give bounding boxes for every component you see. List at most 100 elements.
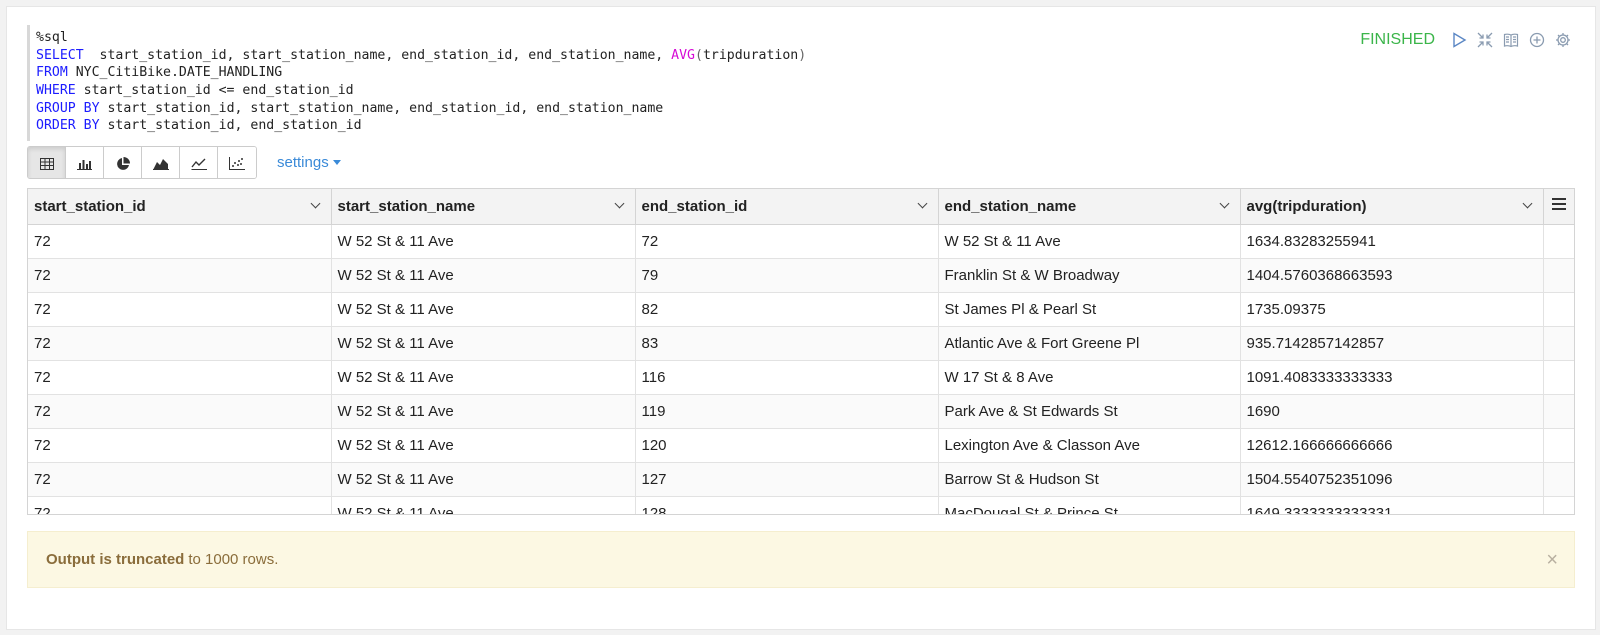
table-view-button[interactable] [28, 147, 66, 178]
code-line: FROM NYC_CitiBike.DATE_HANDLING [36, 64, 1327, 82]
table-cell: W 52 St & 11 Ave [331, 496, 636, 514]
scatter-chart-button[interactable] [218, 147, 256, 178]
chevron-down-icon[interactable] [310, 198, 320, 209]
column-header-label: start_station_name [337, 197, 476, 215]
code-line: SELECT start_station_id, start_station_n… [36, 47, 1327, 65]
table-cell: 72 [28, 462, 332, 497]
grid-menu-button[interactable] [1543, 189, 1574, 225]
table-cell-spacer [1543, 326, 1574, 361]
column-header-label: end_station_id [641, 197, 748, 215]
table-cell: 72 [635, 224, 939, 259]
table-row[interactable]: 72 W 52 St & 11 Ave 83 Atlantic Ave & Fort … [28, 326, 1574, 361]
area-chart-icon [152, 159, 169, 170]
table-cell: W 17 St & 8 Ave [938, 360, 1241, 395]
table-cell: 82 [635, 292, 939, 327]
table-cell: 127 [635, 462, 939, 497]
table-cell: 128 [635, 496, 939, 514]
table-cell: 72 [28, 224, 332, 259]
table-row[interactable]: 72 W 52 St & 11 Ave 120 Lexington Ave & Cla… [28, 428, 1574, 463]
area-chart-button[interactable] [142, 147, 180, 178]
close-icon[interactable]: × [1546, 550, 1558, 570]
play-icon[interactable] [1449, 30, 1469, 50]
table-cell: W 52 St & 11 Ave [331, 394, 636, 429]
table-cell: St James Pl & Pearl St [938, 292, 1241, 327]
table-row[interactable]: 72 W 52 St & 11 Ave 82 St James Pl & Pearl … [28, 292, 1574, 327]
code-line: WHERE start_station_id <= end_station_id [36, 82, 1327, 100]
table-cell: W 52 St & 11 Ave [331, 292, 636, 327]
paragraph-controls: FINISHED [1360, 29, 1573, 51]
add-icon[interactable] [1527, 30, 1547, 50]
column-header[interactable]: end_station_name [938, 189, 1241, 225]
line-chart-button[interactable] [180, 147, 218, 178]
code-line: %sql [36, 29, 1327, 47]
column-header-label: avg(tripduration) [1246, 197, 1367, 215]
chevron-down-icon[interactable] [614, 198, 624, 209]
sql-editor[interactable]: %sql SELECT start_station_id, start_stati… [27, 25, 1327, 141]
table-cell: 72 [28, 394, 332, 429]
table-cell-spacer [1543, 224, 1574, 259]
sql-keyword: GROUP BY [36, 100, 100, 116]
table-cell: 1404.5760368663593 [1240, 258, 1544, 293]
alert-bold-text: Output is truncated [46, 551, 185, 568]
table-cell: W 52 St & 11 Ave [331, 326, 636, 361]
code-line: ORDER BY start_station_id, end_station_i… [36, 117, 1327, 135]
bar-chart-icon [77, 160, 92, 170]
table-cell: 119 [635, 394, 939, 429]
pie-chart-button[interactable] [104, 147, 142, 178]
sql-keyword: WHERE [36, 83, 76, 99]
table-cell: 72 [28, 326, 332, 361]
alert-text: to 1000 rows. [188, 551, 279, 568]
line-chart-icon [190, 158, 207, 170]
chevron-down-icon[interactable] [1219, 198, 1229, 209]
code-token: ) [798, 47, 807, 63]
table-cell-spacer [1543, 428, 1574, 463]
table-cell-spacer [1543, 360, 1574, 395]
code-token: start_station_id, end_station_id [99, 118, 362, 134]
gear-icon[interactable] [1553, 30, 1573, 50]
column-header-label: end_station_name [944, 197, 1077, 215]
table-cell: 1091.4083333333333 [1240, 360, 1544, 395]
table-cell: Atlantic Ave & Fort Greene Pl [938, 326, 1241, 361]
table-row[interactable]: 72 W 52 St & 11 Ave 72 W 52 St & 11 Ave 1634… [28, 224, 1574, 259]
column-header[interactable]: avg(tripduration) [1240, 189, 1544, 225]
column-header[interactable]: start_station_id [28, 189, 332, 225]
column-header[interactable]: end_station_id [635, 189, 939, 225]
table-cell: 116 [635, 360, 939, 395]
table-cell: 72 [28, 360, 332, 395]
scatter-chart-icon [229, 157, 245, 170]
book-icon[interactable] [1501, 30, 1521, 50]
sql-keyword: ORDER BY [36, 118, 100, 134]
settings-dropdown[interactable]: settings [277, 154, 341, 171]
table-row[interactable]: 72 W 52 St & 11 Ave 128 MacDougal St & Prin… [28, 496, 1574, 514]
table-cell: W 52 St & 11 Ave [331, 428, 636, 463]
code-token: %sql [36, 30, 68, 45]
table-cell: W 52 St & 11 Ave [331, 462, 636, 497]
table-header-row: start_station_id start_station_name end_st… [28, 189, 1574, 225]
code-line: GROUP BY start_station_id, start_station… [36, 100, 1327, 118]
table-row[interactable]: 72 W 52 St & 11 Ave 127 Barrow St & Hudson … [28, 462, 1574, 497]
table-cell: 83 [635, 326, 939, 361]
table-row[interactable]: 72 W 52 St & 11 Ave 79 Franklin St & W Broa… [28, 258, 1574, 293]
column-header-label: start_station_id [34, 197, 146, 215]
code-token: start_station_id <= end_station_id [75, 83, 354, 99]
table-cell: W 52 St & 11 Ave [331, 258, 636, 293]
code-token: ( [695, 47, 703, 63]
sql-keyword: FROM [36, 65, 68, 81]
table-cell: MacDougal St & Prince St [938, 496, 1241, 514]
table-cell: 1735.09375 [1240, 292, 1544, 327]
table-row[interactable]: 72 W 52 St & 11 Ave 119 Park Ave & St Edwar… [28, 394, 1574, 429]
bar-chart-button[interactable] [66, 147, 104, 178]
result-table[interactable]: start_station_id start_station_name end_st… [27, 188, 1575, 515]
notebook-paragraph: %sql SELECT start_station_id, start_stati… [6, 6, 1596, 630]
table-cell: 72 [28, 292, 332, 327]
sql-function: AVG [671, 47, 695, 63]
table-cell: Park Ave & St Edwards St [938, 394, 1241, 429]
chevron-down-icon[interactable] [1522, 198, 1532, 209]
collapse-icon[interactable] [1475, 30, 1495, 50]
column-header[interactable]: start_station_name [331, 189, 636, 225]
table-cell: W 52 St & 11 Ave [938, 224, 1241, 259]
table-row[interactable]: 72 W 52 St & 11 Ave 116 W 17 St & 8 Ave 1091… [28, 360, 1574, 395]
caret-down-icon [332, 160, 341, 165]
chevron-down-icon[interactable] [917, 198, 927, 209]
table-cell: W 52 St & 11 Ave [331, 224, 636, 259]
